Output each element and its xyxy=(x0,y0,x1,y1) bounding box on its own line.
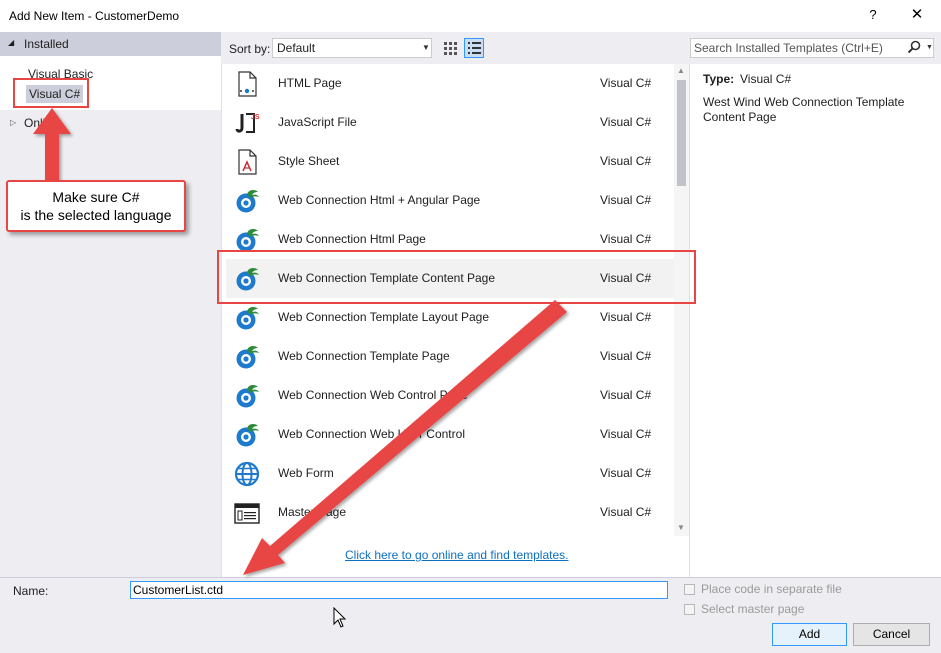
master-page-icon xyxy=(234,500,260,526)
close-button[interactable]: ✕ xyxy=(904,4,930,26)
template-language: Visual C# xyxy=(600,466,652,480)
template-language: Visual C# xyxy=(600,505,652,519)
template-row[interactable]: Web Connection Html + Angular Page Visual… xyxy=(226,181,674,220)
type-value: Visual C# xyxy=(740,72,792,86)
search-options-chevron-icon[interactable]: ▼ xyxy=(926,44,933,51)
scrollbar-thumb[interactable] xyxy=(677,80,686,186)
template-description: West Wind Web Connection Template Conten… xyxy=(703,95,905,124)
template-row[interactable]: Web Connection Web Control Page Visual C# xyxy=(226,376,674,415)
callout-line-2: is the selected language xyxy=(20,207,172,223)
template-name: Style Sheet xyxy=(278,154,340,168)
template-name: Web Connection Html Page xyxy=(278,232,426,246)
category-tree-pane xyxy=(0,32,221,577)
web-connection-icon xyxy=(234,383,260,409)
javascript-file-icon: JS xyxy=(234,110,260,136)
search-icon[interactable] xyxy=(906,39,922,55)
template-row[interactable]: Style Sheet Visual C# xyxy=(226,142,674,181)
master-page-label: Select master page xyxy=(701,602,805,616)
template-language: Visual C# xyxy=(600,154,652,168)
search-input[interactable]: Search Installed Templates (Ctrl+E) xyxy=(694,41,883,55)
add-button[interactable]: Add xyxy=(772,623,847,646)
template-language: Visual C# xyxy=(600,115,652,129)
cancel-button[interactable]: Cancel xyxy=(853,623,930,646)
svg-text:JS: JS xyxy=(251,114,260,121)
template-row[interactable]: HTML Page Visual C# xyxy=(226,64,674,103)
template-row[interactable]: Web Form Visual C# xyxy=(226,454,674,493)
chevron-down-icon[interactable]: ▼ xyxy=(422,43,430,52)
template-language: Visual C# xyxy=(600,193,652,207)
expanded-triangle-icon[interactable]: ◢ xyxy=(8,38,14,47)
name-label: Name: xyxy=(13,584,49,598)
template-name: Web Connection Web Control Page xyxy=(278,388,468,402)
name-input[interactable] xyxy=(130,581,668,599)
template-language: Visual C# xyxy=(600,349,652,363)
template-language: Visual C# xyxy=(600,76,652,90)
sort-by-label: Sort by: xyxy=(229,42,271,56)
list-view-icon[interactable] xyxy=(464,38,484,58)
callout-note: Make sure C# is the selected language xyxy=(6,180,186,232)
template-row[interactable]: JS JavaScript File Visual C# xyxy=(226,103,674,142)
template-row[interactable]: Master Page Visual C# xyxy=(226,493,674,532)
template-language: Visual C# xyxy=(600,388,652,402)
installed-label: Installed xyxy=(24,37,69,51)
web-connection-icon xyxy=(234,422,260,448)
collapsed-triangle-icon[interactable]: ▷ xyxy=(10,118,16,127)
find-templates-online-link[interactable]: Click here to go online and find templat… xyxy=(345,548,568,562)
mouse-pointer-icon xyxy=(333,606,347,629)
callout-line-1: Make sure C# xyxy=(52,189,140,205)
template-highlight-box xyxy=(217,250,696,304)
web-connection-icon xyxy=(234,344,260,370)
sort-dropdown-value: Default xyxy=(277,41,316,55)
scroll-down-arrow-icon[interactable]: ▼ xyxy=(677,523,685,532)
template-info-pane xyxy=(689,64,941,577)
tree-item-online[interactable]: Online xyxy=(24,116,59,130)
template-language: Visual C# xyxy=(600,232,652,246)
template-name: HTML Page xyxy=(278,76,342,90)
template-name: Web Connection Html + Angular Page xyxy=(278,193,481,207)
template-language: Visual C# xyxy=(600,427,652,441)
template-language: Visual C# xyxy=(600,310,652,324)
template-name: Web Connection Template Page xyxy=(278,349,450,363)
type-label: Type: xyxy=(703,72,735,86)
html-page-icon xyxy=(234,71,260,97)
template-name: Web Connection Web User Control xyxy=(278,427,465,441)
web-connection-icon xyxy=(234,305,260,331)
web-connection-icon xyxy=(234,188,260,214)
help-button[interactable]: ? xyxy=(862,4,884,26)
master-page-checkbox[interactable] xyxy=(684,604,695,615)
place-code-checkbox[interactable] xyxy=(684,584,695,595)
template-row[interactable]: Web Connection Web User Control Visual C# xyxy=(226,415,674,454)
template-row[interactable]: Web Connection Template Page Visual C# xyxy=(226,337,674,376)
language-highlight-box xyxy=(13,78,89,108)
template-name: Web Connection Template Layout Page xyxy=(278,310,490,324)
grid-view-icon[interactable] xyxy=(441,39,459,57)
template-name: Master Page xyxy=(278,505,347,519)
window-title: Add New Item - CustomerDemo xyxy=(9,9,180,23)
web-form-globe-icon xyxy=(234,461,260,487)
scroll-up-arrow-icon[interactable]: ▲ xyxy=(677,66,685,75)
template-name: JavaScript File xyxy=(278,115,357,129)
place-code-label: Place code in separate file xyxy=(701,582,842,596)
template-name: Web Form xyxy=(278,466,334,480)
style-sheet-icon xyxy=(234,149,260,175)
